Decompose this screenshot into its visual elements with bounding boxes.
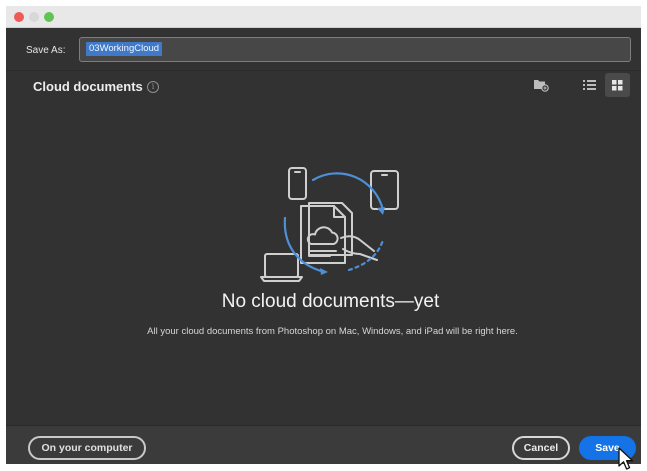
title-bar: [6, 6, 641, 28]
on-your-computer-button[interactable]: On your computer: [28, 436, 146, 460]
minimize-window-button[interactable]: [29, 12, 39, 22]
empty-state-title: No cloud documents—yet: [221, 291, 440, 312]
cancel-button[interactable]: Cancel: [512, 436, 570, 460]
grid-view-button[interactable]: [605, 73, 630, 97]
save-dialog-frame: Save As: 03WorkingCloud Cloud documents …: [0, 0, 647, 471]
close-window-button[interactable]: [14, 12, 24, 22]
zoom-window-button[interactable]: [44, 12, 54, 22]
section-title: Cloud documents: [33, 79, 143, 94]
cloud-documents-icon: [260, 167, 399, 282]
list-view-icon: [583, 80, 596, 90]
empty-state-description: All your cloud documents from Photoshop …: [147, 326, 518, 337]
header-divider: [6, 70, 641, 71]
grid-view-icon: [612, 80, 623, 91]
list-view-button[interactable]: [577, 73, 602, 97]
mouse-pointer-icon: [618, 447, 634, 470]
save-as-label: Save As:: [26, 45, 66, 56]
new-folder-button[interactable]: [528, 73, 553, 97]
cloud-sync-illustration: [245, 158, 415, 290]
file-name-value[interactable]: 03WorkingCloud: [86, 42, 163, 56]
new-folder-icon: [534, 80, 549, 92]
file-name-input[interactable]: 03WorkingCloud: [79, 37, 631, 62]
info-icon[interactable]: i: [147, 81, 159, 93]
